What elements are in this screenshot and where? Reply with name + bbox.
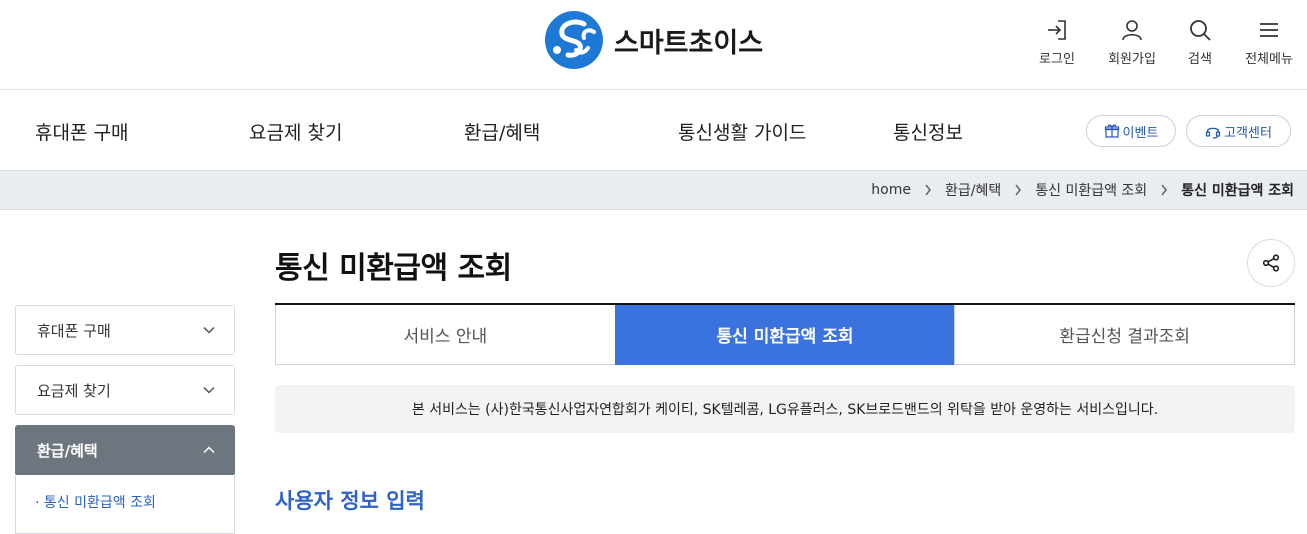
all-menu-button[interactable]: 전체메뉴 bbox=[1239, 18, 1299, 67]
site-header: 스마트초이스 로그인 회원가입 검색 전체메뉴 bbox=[0, 0, 1307, 90]
login-icon bbox=[1048, 20, 1066, 40]
chevron-up-icon bbox=[203, 446, 215, 454]
customer-center-label: 고객센터 bbox=[1224, 125, 1272, 141]
logo-text: 스마트초이스 bbox=[614, 27, 764, 59]
global-nav: 휴대폰 구매 요금제 찾기 환급/혜택 통신생활 가이드 통신정보 이벤트 고객… bbox=[0, 90, 1307, 170]
gnb-item-refund-benefit[interactable]: 환급/혜택 bbox=[464, 118, 540, 145]
login-label: 로그인 bbox=[1039, 52, 1075, 67]
event-label: 이벤트 bbox=[1122, 125, 1159, 141]
customer-center-button[interactable]: 고객센터 bbox=[1186, 115, 1291, 147]
sidebar-item-plan-search[interactable]: 요금제 찾기 bbox=[15, 365, 235, 415]
gnb-item-life-guide[interactable]: 통신생활 가이드 bbox=[678, 118, 806, 145]
event-button[interactable]: 이벤트 bbox=[1086, 115, 1176, 147]
service-notice: 본 서비스는 (사)한국통신사업자연합회가 케이티, SK텔레콤, LG유플러스… bbox=[275, 385, 1295, 433]
gift-icon bbox=[1104, 124, 1119, 138]
search-button[interactable]: 검색 bbox=[1170, 18, 1230, 67]
gnb-item-telecom-info[interactable]: 통신정보 bbox=[893, 118, 963, 145]
breadcrumb-level2[interactable]: 통신 미환급액 조회 bbox=[1035, 180, 1147, 200]
headset-icon bbox=[1205, 127, 1221, 139]
share-icon bbox=[1262, 254, 1280, 272]
chevron-down-icon bbox=[203, 326, 215, 334]
tab-service-guide[interactable]: 서비스 안내 bbox=[275, 305, 615, 365]
sidebar-submenu: · 통신 미환급액 조회 bbox=[15, 474, 235, 534]
share-button[interactable] bbox=[1247, 239, 1295, 287]
sidebar-item-refund-benefit[interactable]: 환급/혜택 bbox=[15, 425, 235, 475]
chevron-right-icon bbox=[1161, 184, 1168, 196]
chevron-down-icon bbox=[203, 386, 215, 394]
breadcrumb-bar: home 환급/혜택 통신 미환급액 조회 통신 미환급액 조회 bbox=[0, 170, 1307, 210]
login-button[interactable]: 로그인 bbox=[1027, 18, 1087, 67]
tab-refund-result[interactable]: 환급신청 결과조회 bbox=[954, 305, 1296, 365]
signup-button[interactable]: 회원가입 bbox=[1102, 18, 1162, 67]
chevron-right-icon bbox=[1015, 184, 1022, 196]
sidebar-item-label: 요금제 찾기 bbox=[37, 381, 111, 400]
all-menu-label: 전체메뉴 bbox=[1245, 52, 1293, 67]
chevron-right-icon bbox=[925, 184, 931, 196]
content-tabs: 서비스 안내 통신 미환급액 조회 환급신청 결과조회 bbox=[275, 303, 1296, 365]
sidebar-item-label: 환급/혜택 bbox=[37, 441, 98, 460]
sidebar-subitem-refund-inquiry[interactable]: · 통신 미환급액 조회 bbox=[35, 492, 156, 512]
signup-label: 회원가입 bbox=[1108, 52, 1156, 67]
breadcrumb-home[interactable]: home bbox=[871, 182, 911, 198]
breadcrumb-current: 통신 미환급액 조회 bbox=[1181, 183, 1294, 199]
sidebar-subitem-label: 통신 미환급액 조회 bbox=[43, 495, 156, 511]
tab-refund-inquiry[interactable]: 통신 미환급액 조회 bbox=[614, 305, 955, 365]
gnb-item-phone-purchase[interactable]: 휴대폰 구매 bbox=[35, 118, 128, 145]
sidebar-item-label: 휴대폰 구매 bbox=[37, 321, 111, 340]
search-label: 검색 bbox=[1188, 52, 1212, 67]
user-icon bbox=[1122, 20, 1142, 41]
breadcrumb-level1[interactable]: 환급/혜택 bbox=[945, 180, 1001, 200]
gnb-item-plan-search[interactable]: 요금제 찾기 bbox=[249, 118, 342, 145]
page-title: 통신 미환급액 조회 bbox=[275, 251, 512, 286]
sidebar-item-phone-purchase[interactable]: 휴대폰 구매 bbox=[15, 305, 235, 355]
logo-mark-icon bbox=[545, 11, 603, 69]
search-icon bbox=[1190, 20, 1211, 41]
hamburger-icon bbox=[1260, 23, 1278, 37]
breadcrumb: home 환급/혜택 통신 미환급액 조회 통신 미환급액 조회 bbox=[871, 171, 1294, 209]
site-logo[interactable]: 스마트초이스 bbox=[544, 10, 763, 70]
section-title-user-info: 사용자 정보 입력 bbox=[275, 489, 425, 513]
